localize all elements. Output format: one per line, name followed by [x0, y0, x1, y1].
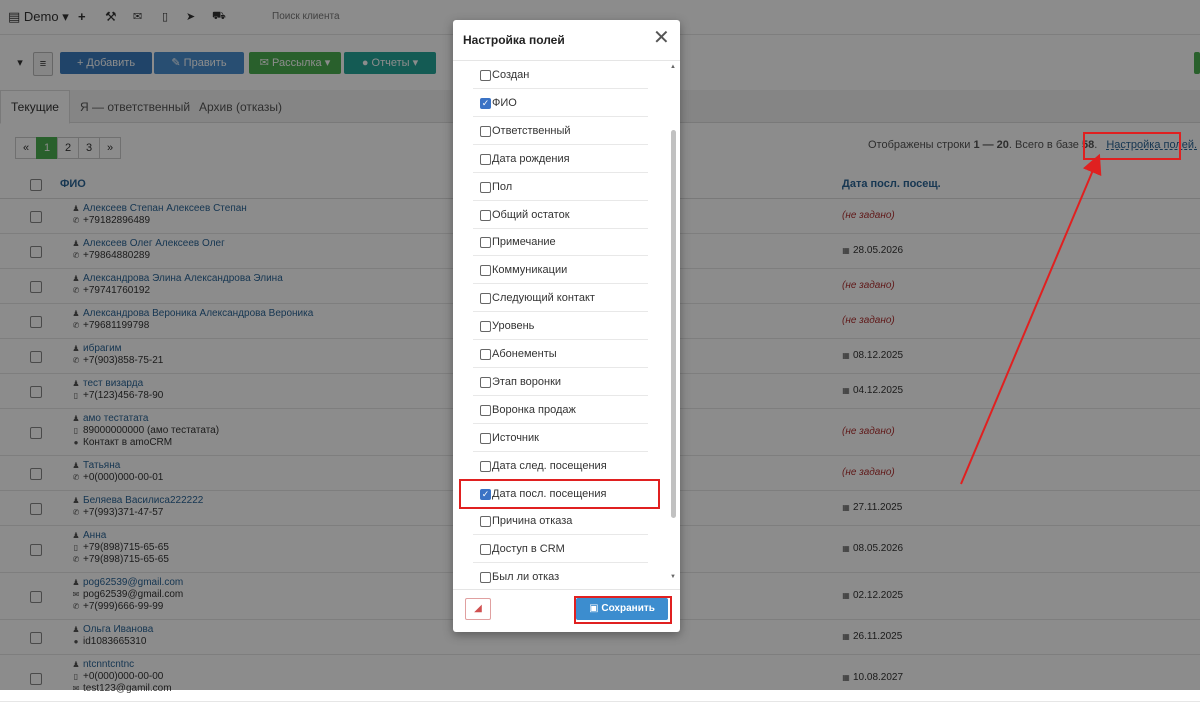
annotation-arrow: [960, 153, 1102, 485]
arrow-line: [960, 153, 1102, 485]
